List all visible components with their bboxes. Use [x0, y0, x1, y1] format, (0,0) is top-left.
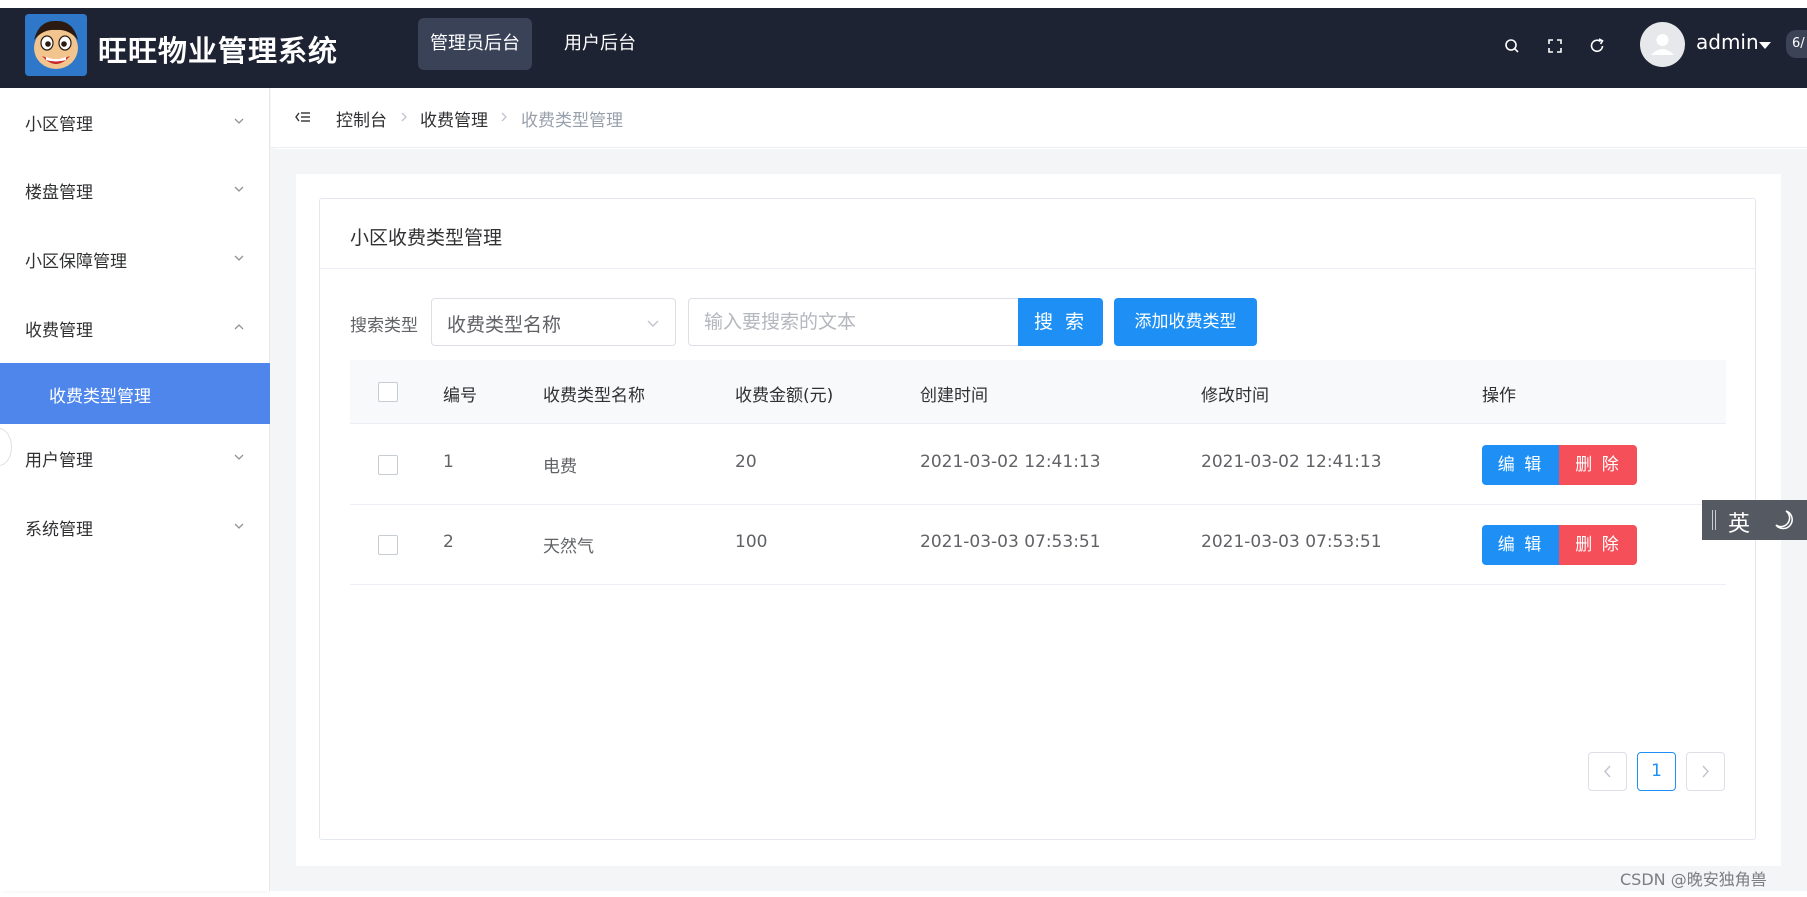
chevron-left-icon	[1604, 765, 1611, 778]
breadcrumb-console[interactable]: 控制台	[336, 106, 387, 131]
fullscreen-icon[interactable]	[1545, 36, 1565, 56]
sidebar-item-label: 系统管理	[25, 520, 93, 540]
cell-created: 2021-03-03 07:53:51	[920, 532, 1101, 552]
add-fee-type-button[interactable]: 添加收费类型	[1114, 298, 1257, 346]
prev-page-button[interactable]	[1588, 752, 1627, 791]
ime-language-label[interactable]: 英	[1728, 506, 1750, 538]
row-checkbox[interactable]	[378, 535, 398, 555]
cell-modified: 2021-03-03 07:53:51	[1201, 532, 1382, 552]
app-title: 旺旺物业管理系统	[98, 34, 339, 68]
user-name[interactable]: admin	[1696, 30, 1759, 54]
page-number-current[interactable]: 1	[1637, 752, 1676, 791]
table-row: 1 电费 20 2021-03-02 12:41:13 2021-03-02 1…	[350, 425, 1726, 505]
drag-handle-icon[interactable]	[1711, 510, 1717, 530]
breadcrumb-fee-types: 收费类型管理	[521, 111, 623, 131]
row-checkbox[interactable]	[378, 455, 398, 475]
sidebar-item-label: 小区管理	[25, 115, 93, 135]
column-header-created: 创建时间	[920, 386, 988, 406]
sidebar-item-system[interactable]: 系统管理	[0, 493, 270, 561]
sidebar-item-maintenance[interactable]: 小区保障管理	[0, 225, 270, 293]
column-header-id: 编号	[443, 386, 477, 406]
chevron-right-icon	[501, 112, 507, 122]
search-type-select[interactable]: 收费类型名称	[431, 298, 676, 346]
cell-created: 2021-03-02 12:41:13	[920, 452, 1101, 472]
watermark: CSDN @晚安独角兽	[1620, 870, 1767, 889]
sidebar-item-fees[interactable]: 收费管理	[0, 294, 270, 362]
column-header-amount: 收费金额(元)	[735, 386, 834, 406]
cell-name: 天然气	[543, 537, 594, 557]
search-type-label: 搜索类型	[350, 316, 418, 336]
refresh-icon[interactable]	[1587, 36, 1607, 56]
table-header: 编号 收费类型名称 收费金额(元) 创建时间 修改时间 操作	[350, 360, 1726, 424]
cell-name: 电费	[543, 457, 577, 477]
sidebar-item-label: 楼盘管理	[25, 183, 93, 203]
breadcrumb-fees[interactable]: 收费管理	[420, 106, 488, 131]
edge-badge: 6/	[1786, 30, 1807, 58]
cell-id: 2	[443, 532, 454, 552]
chevron-down-icon	[234, 186, 244, 192]
cell-id: 1	[443, 452, 454, 472]
sidebar-subitem-label: 收费类型管理	[49, 387, 151, 407]
user-avatar-icon	[1651, 34, 1674, 55]
delete-button[interactable]: 删 除	[1559, 445, 1637, 485]
column-header-name: 收费类型名称	[543, 386, 645, 406]
sidebar-fold-icon[interactable]	[293, 107, 313, 127]
chevron-up-icon	[234, 324, 244, 330]
edit-button[interactable]: 编 辑	[1482, 445, 1559, 485]
sidebar-item-users[interactable]: 用户管理	[0, 424, 270, 492]
sidebar: 小区管理 楼盘管理 小区保障管理 收费管理 收费类型管理 用户管理 系统管理	[0, 88, 270, 891]
delete-button[interactable]: 删 除	[1559, 525, 1637, 565]
edit-button[interactable]: 编 辑	[1482, 525, 1559, 565]
column-header-actions: 操作	[1482, 386, 1516, 406]
column-header-modified: 修改时间	[1201, 386, 1269, 406]
avatar[interactable]	[1640, 22, 1685, 67]
tab-admin-backend[interactable]: 管理员后台	[418, 18, 532, 70]
chevron-down-icon	[234, 255, 244, 261]
select-all-checkbox[interactable]	[378, 382, 398, 402]
ime-toolbar[interactable]: 英	[1702, 500, 1807, 540]
sidebar-subitem-fee-types[interactable]: 收费类型管理	[0, 363, 270, 424]
sidebar-item-label: 小区保障管理	[25, 252, 127, 272]
mascot-logo-icon	[25, 14, 87, 76]
sidebar-item-label: 收费管理	[25, 321, 93, 341]
tab-user-backend[interactable]: 用户后台	[552, 18, 648, 70]
search-button[interactable]: 搜 索	[1018, 298, 1103, 346]
top-navbar: 旺旺物业管理系统 管理员后台 用户后台 admin 6/	[0, 8, 1807, 88]
chevron-down-icon	[647, 320, 659, 327]
cell-amount: 20	[735, 452, 757, 472]
cell-modified: 2021-03-02 12:41:13	[1201, 452, 1382, 472]
app-logo[interactable]	[25, 14, 87, 76]
cell-amount: 100	[735, 532, 768, 552]
chevron-down-icon	[234, 454, 244, 460]
table-row: 2 天然气 100 2021-03-03 07:53:51 2021-03-03…	[350, 505, 1726, 585]
search-type-select-value: 收费类型名称	[447, 314, 562, 336]
caret-down-icon[interactable]	[1759, 42, 1771, 49]
chevron-right-icon	[401, 112, 407, 122]
sidebar-item-buildings[interactable]: 楼盘管理	[0, 156, 270, 224]
chevron-down-icon	[234, 118, 244, 124]
next-page-button[interactable]	[1686, 752, 1725, 791]
search-input[interactable]	[688, 298, 1018, 346]
chevron-down-icon	[234, 523, 244, 529]
chevron-right-icon	[1702, 765, 1709, 778]
card-divider	[320, 268, 1755, 269]
breadcrumb: 控制台 收费管理 收费类型管理	[271, 88, 1807, 148]
sidebar-item-community[interactable]: 小区管理	[0, 88, 270, 156]
card-title: 小区收费类型管理	[350, 227, 503, 249]
sidebar-item-label: 用户管理	[25, 451, 93, 471]
moon-icon[interactable]	[1772, 508, 1796, 532]
search-icon[interactable]	[1502, 36, 1522, 56]
